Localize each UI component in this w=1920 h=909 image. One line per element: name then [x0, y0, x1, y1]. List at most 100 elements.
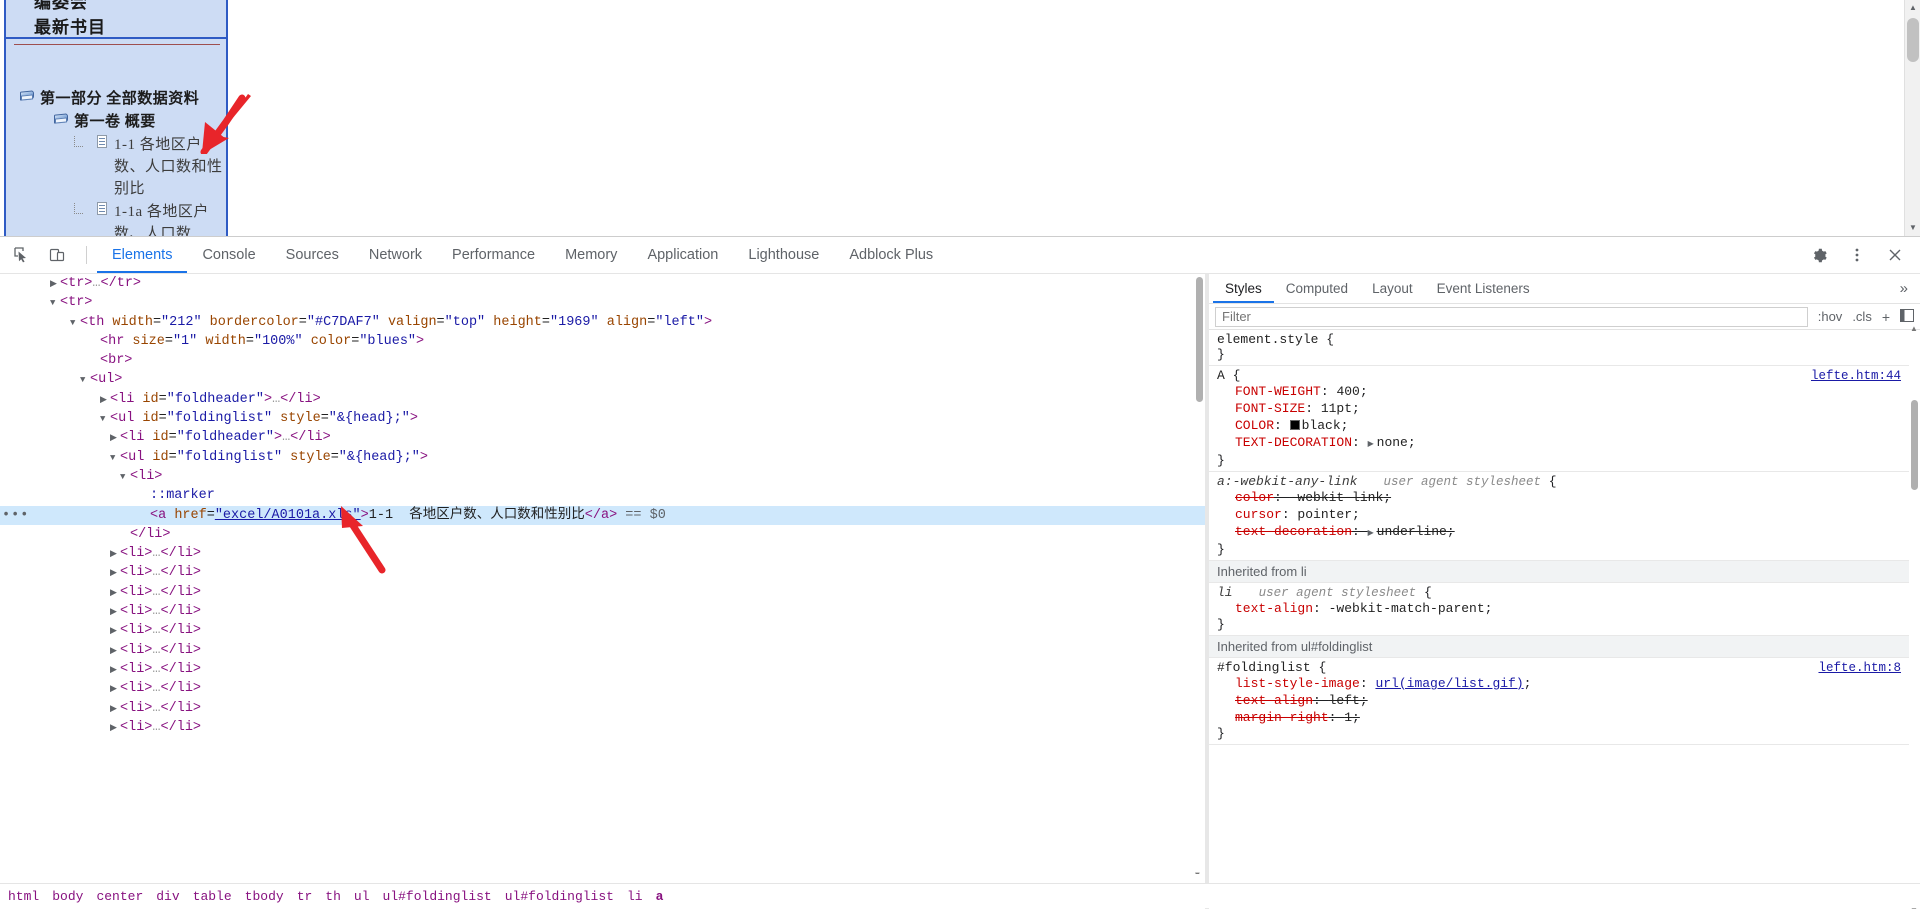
dom-node-line[interactable]: <hr size="1" width="100%" color="blues"> [0, 332, 1205, 351]
dom-node-line[interactable]: ▶ <li>…</li> [0, 544, 1205, 563]
disclosure-triangle-icon[interactable]: ▼ [120, 468, 130, 487]
tab-layout[interactable]: Layout [1360, 274, 1425, 303]
disclosure-triangle-icon[interactable]: ▶ [50, 275, 60, 293]
css-declaration[interactable]: FONT-WEIGHT: 400; [1217, 383, 1909, 400]
dom-node-line[interactable]: ▼ <ul id="foldinglist" style="&{head};"> [0, 409, 1205, 428]
tab-performance[interactable]: Performance [437, 237, 550, 273]
css-declaration[interactable]: color: -webkit-link; [1217, 489, 1909, 506]
css-value[interactable]: 400 [1336, 384, 1359, 399]
breadcrumb-item[interactable]: center [96, 889, 152, 904]
css-declaration[interactable]: margin-right: 1; [1217, 709, 1909, 726]
disclosure-triangle-icon[interactable]: ▶ [110, 642, 120, 661]
scrollbar-thumb[interactable] [1196, 277, 1203, 402]
scroll-down-icon[interactable]: ▼ [1905, 220, 1920, 236]
expand-triangle-icon[interactable]: ▶ [1368, 436, 1377, 453]
dom-node-line[interactable]: ▼ <ul id="foldinglist" style="&{head};"> [0, 448, 1205, 467]
scroll-up-icon[interactable]: ▲ [1195, 274, 1200, 275]
dom-node-line[interactable]: ▼ <li> [0, 467, 1205, 486]
css-declaration[interactable]: TEXT-DECORATION: ▶ none; [1217, 434, 1909, 453]
disclosure-triangle-icon[interactable]: ▼ [100, 410, 110, 429]
stylesheet-source-link[interactable]: lefte.htm:44 [1811, 369, 1901, 383]
css-declaration[interactable]: list-style-image: url(image/list.gif); [1217, 675, 1909, 692]
dom-node-line[interactable]: ▶ <li>…</li> [0, 699, 1205, 718]
dom-node-line[interactable]: ▶ <li>…</li> [0, 641, 1205, 660]
css-declaration[interactable]: text-decoration: ▶ underline; [1217, 523, 1909, 542]
plus-icon[interactable]: + [1882, 309, 1890, 325]
css-declaration[interactable]: COLOR: black; [1217, 417, 1909, 434]
css-value[interactable]: 11pt [1321, 401, 1352, 416]
tree-item-volume-1[interactable]: 第一卷 概要 [6, 111, 230, 133]
tab-computed[interactable]: Computed [1274, 274, 1360, 303]
tab-application[interactable]: Application [632, 237, 733, 273]
styles-scrollbar[interactable]: ▲ ▼ [1909, 324, 1920, 909]
scroll-down-icon[interactable]: ▼ [1195, 871, 1200, 874]
breadcrumb-item[interactable]: ul#foldinglist [383, 889, 501, 904]
css-value[interactable]: pointer [1297, 507, 1352, 522]
tab-memory[interactable]: Memory [550, 237, 632, 273]
dom-node-line[interactable]: ▶ <li>…</li> [0, 583, 1205, 602]
dom-node-line[interactable]: <br> [0, 351, 1205, 370]
disclosure-triangle-icon[interactable]: ▶ [110, 603, 120, 622]
dom-tree-view[interactable]: ▶ <tr>…</tr> ▼ <tr> ▼ <th width="212" borderc… [0, 274, 1205, 874]
dom-node-line[interactable]: </li> [0, 525, 1205, 544]
css-value[interactable]: -webkit-match-parent [1329, 601, 1485, 616]
css-selector[interactable]: a:-webkit-any-link [1217, 474, 1357, 489]
dom-node-line[interactable]: ▶ <li id="foldheader">…</li> [0, 428, 1205, 447]
scrollbar-thumb[interactable] [1911, 400, 1918, 490]
tab-styles[interactable]: Styles [1213, 274, 1274, 303]
css-declaration[interactable]: text-align: -webkit-match-parent; [1217, 600, 1909, 617]
gear-icon[interactable] [1804, 241, 1834, 269]
disclosure-triangle-icon[interactable]: ▶ [110, 719, 120, 737]
dom-node-line[interactable]: ▼ <tr> [0, 293, 1205, 312]
dom-node-line[interactable]: ▶ <li>…</li> [0, 563, 1205, 582]
toggle-sidebar-icon[interactable] [1900, 308, 1914, 325]
disclosure-triangle-icon[interactable]: ▶ [110, 545, 120, 564]
dom-node-line[interactable]: ▶ <li id="foldheader">…</li> [0, 390, 1205, 409]
scroll-up-icon[interactable]: ▲ [1905, 0, 1920, 16]
inspect-element-icon[interactable] [6, 241, 36, 269]
dom-node-line[interactable]: ▼ <th width="212" bordercolor="#C7DAF7" v… [0, 313, 1205, 332]
disclosure-triangle-icon[interactable]: ▶ [110, 584, 120, 603]
breadcrumb-item[interactable]: body [52, 889, 92, 904]
css-selector[interactable]: A [1217, 368, 1225, 383]
node-menu-dots-icon[interactable]: ••• [2, 506, 29, 525]
scrollbar-thumb[interactable] [1907, 18, 1919, 62]
dom-node-line[interactable]: ▶ <li>…</li> [0, 660, 1205, 679]
breadcrumb-item[interactable]: th [325, 889, 350, 904]
breadcrumb-item[interactable]: table [193, 889, 241, 904]
breadcrumb-item[interactable]: a [656, 889, 673, 904]
disclosure-triangle-icon[interactable]: ▼ [80, 371, 90, 390]
css-value[interactable]: left [1329, 693, 1360, 708]
css-selector[interactable]: li [1217, 585, 1233, 600]
disclosure-triangle-icon[interactable]: ▶ [110, 700, 120, 719]
dom-node-line[interactable]: ▼ <ul> [0, 370, 1205, 389]
tab-console[interactable]: Console [187, 237, 270, 273]
cls-toggle[interactable]: .cls [1852, 309, 1872, 324]
tab-network[interactable]: Network [354, 237, 437, 273]
dom-node-line[interactable]: ::marker [0, 486, 1205, 505]
css-value[interactable]: underline [1377, 524, 1447, 539]
tab-event-listeners[interactable]: Event Listeners [1425, 274, 1542, 303]
dom-node-selected[interactable]: ••• <a href="excel/A0101a.xls">1-1 各地区户数、… [0, 505, 1205, 525]
disclosure-triangle-icon[interactable]: ▶ [110, 661, 120, 680]
css-value[interactable]: none [1377, 435, 1408, 450]
color-swatch[interactable] [1289, 420, 1300, 430]
stylesheet-source-link[interactable]: lefte.htm:8 [1818, 661, 1901, 675]
breadcrumb-item[interactable]: html [8, 889, 48, 904]
expand-triangle-icon[interactable]: ▶ [1368, 525, 1377, 542]
breadcrumb-item[interactable]: ul [354, 889, 379, 904]
disclosure-triangle-icon[interactable]: ▶ [100, 391, 110, 410]
breadcrumb-item[interactable]: tbody [245, 889, 293, 904]
tab-lighthouse[interactable]: Lighthouse [733, 237, 834, 273]
tab-adblock-plus[interactable]: Adblock Plus [834, 237, 948, 273]
tree-item-part-1[interactable]: 第一部分 全部数据资料 [6, 88, 230, 110]
chevron-double-right-icon[interactable]: » [1900, 280, 1920, 297]
dom-node-line[interactable]: ▶ <li>…</li> [0, 621, 1205, 640]
css-value[interactable]: -webkit-link [1290, 490, 1384, 505]
css-declaration[interactable]: text-align: left; [1217, 692, 1909, 709]
breadcrumb-item[interactable]: tr [297, 889, 322, 904]
css-value[interactable]: black [1302, 418, 1341, 433]
dom-node-line[interactable]: ▶ <li>…</li> [0, 679, 1205, 698]
css-selector[interactable]: #foldinglist [1217, 660, 1311, 675]
disclosure-triangle-icon[interactable]: ▶ [110, 680, 120, 699]
